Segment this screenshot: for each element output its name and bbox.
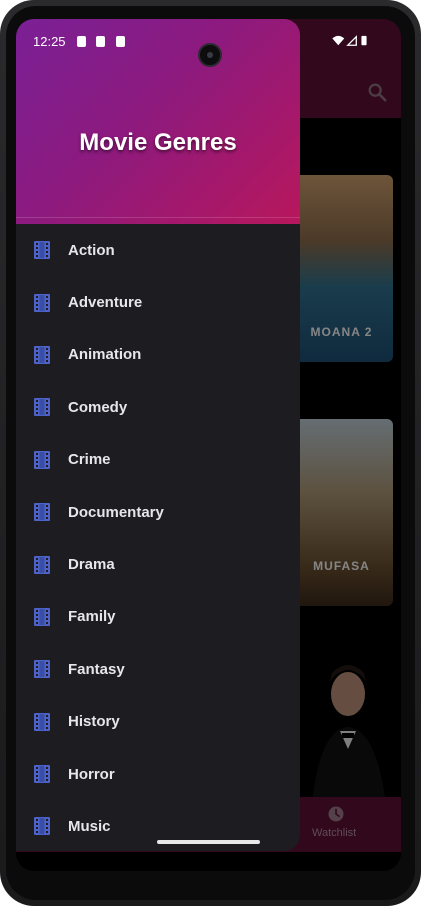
status-bar: 12:25 (16, 31, 401, 67)
film-icon (34, 503, 50, 522)
genre-item-history[interactable]: History (16, 696, 300, 748)
film-icon (34, 712, 50, 731)
film-icon (34, 398, 50, 417)
front-camera (198, 43, 222, 67)
genre-list: Action Adventure Animation Comedy Crime … (16, 224, 300, 851)
camera-lens (207, 52, 213, 58)
genre-item-animation[interactable]: Animation (16, 329, 300, 381)
genre-label: Music (68, 817, 111, 835)
genre-item-drama[interactable]: Drama (16, 538, 300, 590)
battery-icon (361, 35, 367, 46)
genre-item-horror[interactable]: Horror (16, 748, 300, 800)
film-icon (34, 765, 50, 784)
genre-item-fantasy[interactable]: Fantasy (16, 643, 300, 695)
film-icon (34, 345, 50, 364)
genre-item-family[interactable]: Family (16, 591, 300, 643)
genre-item-adventure[interactable]: Adventure (16, 276, 300, 328)
screen: MOANA 2 MUFASA Watchlist Movie Genres Ac… (16, 19, 401, 871)
genre-label: Crime (68, 451, 111, 469)
genre-label: Animation (68, 346, 142, 364)
system-status-icons (332, 35, 367, 46)
genre-item-comedy[interactable]: Comedy (16, 381, 300, 433)
genre-label: Family (68, 608, 116, 626)
genre-label: History (68, 713, 120, 731)
font-icon (116, 36, 125, 47)
shield-icon (77, 36, 86, 47)
genre-item-documentary[interactable]: Documentary (16, 486, 300, 538)
genre-item-action[interactable]: Action (16, 224, 300, 276)
drawer-title: Movie Genres (79, 129, 237, 156)
navigation-drawer: Movie Genres Action Adventure Animation … (16, 19, 300, 851)
genre-label: Documentary (68, 503, 164, 521)
genre-label: Action (68, 241, 115, 259)
wifi-icon (332, 35, 345, 46)
genre-label: Fantasy (68, 660, 125, 678)
genre-label: Drama (68, 556, 115, 574)
genre-label: Comedy (68, 398, 128, 416)
film-icon (34, 293, 50, 312)
signal-icon (346, 35, 357, 46)
film-icon (34, 607, 50, 626)
status-time: 12:25 (33, 34, 66, 49)
genre-item-crime[interactable]: Crime (16, 434, 300, 486)
film-icon (34, 555, 50, 574)
film-icon (34, 660, 50, 679)
genre-label: Adventure (68, 294, 143, 312)
film-icon (34, 241, 50, 260)
genre-label: Horror (68, 765, 115, 783)
home-indicator[interactable] (157, 840, 260, 844)
sd-card-icon (96, 36, 105, 47)
film-icon (34, 450, 50, 469)
divider (16, 217, 300, 218)
film-icon (34, 817, 50, 836)
